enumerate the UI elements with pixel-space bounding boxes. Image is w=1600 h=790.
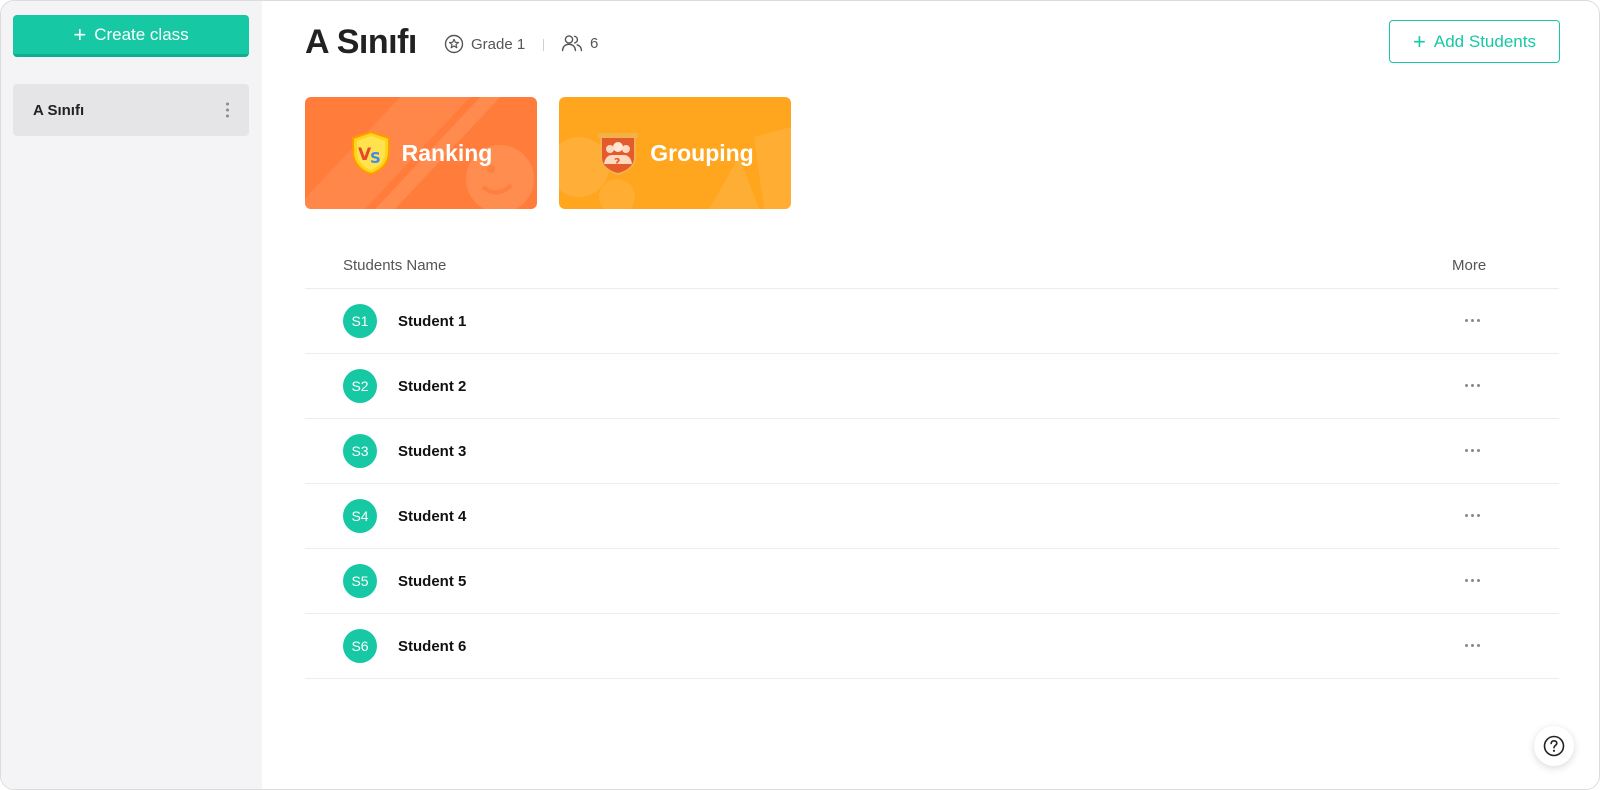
- student-count-info: 6: [561, 34, 598, 52]
- ranking-label: Ranking: [401, 139, 493, 166]
- app-window: + Create class A Sınıfı A Sınıfı Grade 1…: [0, 0, 1600, 790]
- avatar: S5: [343, 564, 377, 598]
- student-name: Student 5: [398, 573, 467, 590]
- plus-icon: +: [1413, 28, 1426, 54]
- page-title: A Sınıfı: [305, 23, 417, 61]
- avatar: S1: [343, 304, 377, 338]
- ellipsis-icon[interactable]: [1460, 312, 1484, 328]
- create-class-label: Create class: [94, 24, 189, 44]
- avatar: S3: [343, 434, 377, 468]
- student-count: 6: [590, 34, 599, 52]
- table-row[interactable]: S1 Student 1: [305, 289, 1559, 354]
- avatar: S4: [343, 499, 377, 533]
- students-table: Students Name More S1 Student 1 S2 Stude…: [305, 241, 1559, 679]
- ellipsis-icon[interactable]: [1460, 377, 1484, 393]
- star-circle-icon: [444, 34, 464, 54]
- ellipsis-icon[interactable]: [1460, 637, 1484, 653]
- add-students-label: Add Students: [1433, 31, 1536, 51]
- student-name: Student 2: [398, 378, 467, 395]
- avatar: S2: [343, 369, 377, 403]
- question-circle-icon: [1543, 735, 1565, 757]
- table-row[interactable]: S5 Student 5: [305, 549, 1559, 614]
- group-shield-icon: ?: [598, 133, 639, 176]
- ellipsis-icon[interactable]: [1460, 572, 1484, 588]
- meta-divider: [543, 39, 544, 51]
- table-row[interactable]: S6 Student 6: [305, 614, 1559, 679]
- svg-text:?: ?: [614, 156, 620, 169]
- column-header-more: More: [1452, 257, 1487, 274]
- grade-label: Grade 1: [471, 35, 526, 53]
- create-class-button[interactable]: + Create class: [13, 15, 249, 57]
- vs-shield-icon: V S: [351, 130, 390, 176]
- table-row[interactable]: S4 Student 4: [305, 484, 1559, 549]
- ranking-card[interactable]: V S Ranking: [305, 97, 537, 209]
- sidebar: + Create class A Sınıfı: [1, 1, 262, 789]
- sidebar-item-class[interactable]: A Sınıfı: [13, 84, 249, 136]
- plus-icon: +: [73, 21, 87, 47]
- grouping-card[interactable]: ? Grouping: [559, 97, 791, 209]
- table-header: Students Name More: [305, 241, 1559, 289]
- student-name: Student 1: [398, 313, 467, 330]
- ellipsis-icon[interactable]: [1460, 442, 1484, 458]
- student-name: Student 6: [398, 638, 467, 655]
- student-name: Student 4: [398, 508, 467, 525]
- sidebar-item-label: A Sınıfı: [33, 101, 85, 119]
- grouping-label: Grouping: [650, 139, 754, 166]
- kebab-menu-icon[interactable]: [226, 102, 229, 118]
- ellipsis-icon[interactable]: [1460, 507, 1484, 523]
- help-button[interactable]: [1534, 726, 1574, 766]
- grade-info: Grade 1: [444, 34, 525, 54]
- student-name: Student 3: [398, 443, 467, 460]
- avatar: S6: [343, 629, 377, 663]
- column-header-name: Students Name: [343, 257, 447, 274]
- svg-text:S: S: [370, 149, 381, 167]
- table-row[interactable]: S2 Student 2: [305, 354, 1559, 419]
- add-students-button[interactable]: + Add Students: [1389, 20, 1560, 63]
- table-row[interactable]: S3 Student 3: [305, 419, 1559, 484]
- users-icon: [561, 35, 583, 52]
